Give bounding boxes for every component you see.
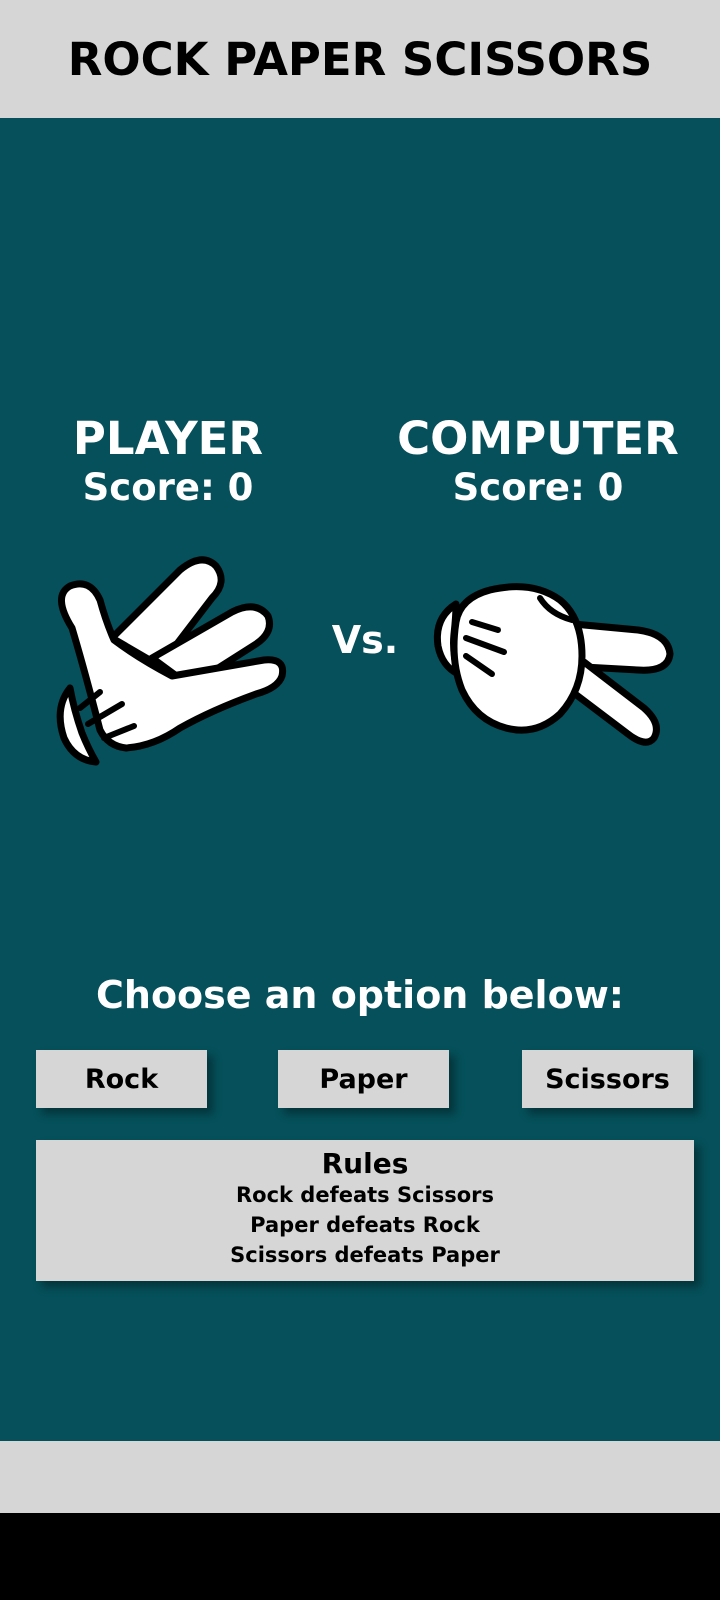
rule-item: Paper defeats Rock <box>250 1213 480 1237</box>
computer-name: COMPUTER <box>397 412 679 465</box>
rule-item: Scissors defeats Paper <box>230 1243 500 1267</box>
rules-panel: Rules Rock defeats Scissors Paper defeat… <box>36 1140 694 1281</box>
computer-score: Score: 0 <box>452 466 624 509</box>
computer-scissors-hand-icon <box>433 583 674 746</box>
game-area: PLAYER Score: 0 COMPUTER Score: 0 Vs. Ch… <box>0 118 720 1441</box>
computer-panel: COMPUTER Score: 0 <box>378 413 698 511</box>
header-bar: ROCK PAPER SCISSORS <box>0 0 720 118</box>
player-name: PLAYER <box>72 412 264 465</box>
rock-button[interactable]: Rock <box>36 1050 207 1108</box>
choose-option-prompt: Choose an option below: <box>96 973 624 1017</box>
player-score: Score: 0 <box>82 466 254 509</box>
scissors-button[interactable]: Scissors <box>522 1050 693 1108</box>
player-scissors-hand-icon <box>56 556 287 766</box>
versus-label: Vs. <box>331 618 399 662</box>
page-title: ROCK PAPER SCISSORS <box>67 32 653 86</box>
paper-button[interactable]: Paper <box>278 1050 449 1108</box>
rule-item: Rock defeats Scissors <box>235 1183 495 1207</box>
player-panel: PLAYER Score: 0 <box>48 413 288 511</box>
system-navigation-bar <box>0 1513 720 1600</box>
rules-title: Rules <box>321 1147 409 1180</box>
footer-bar <box>0 1441 720 1513</box>
